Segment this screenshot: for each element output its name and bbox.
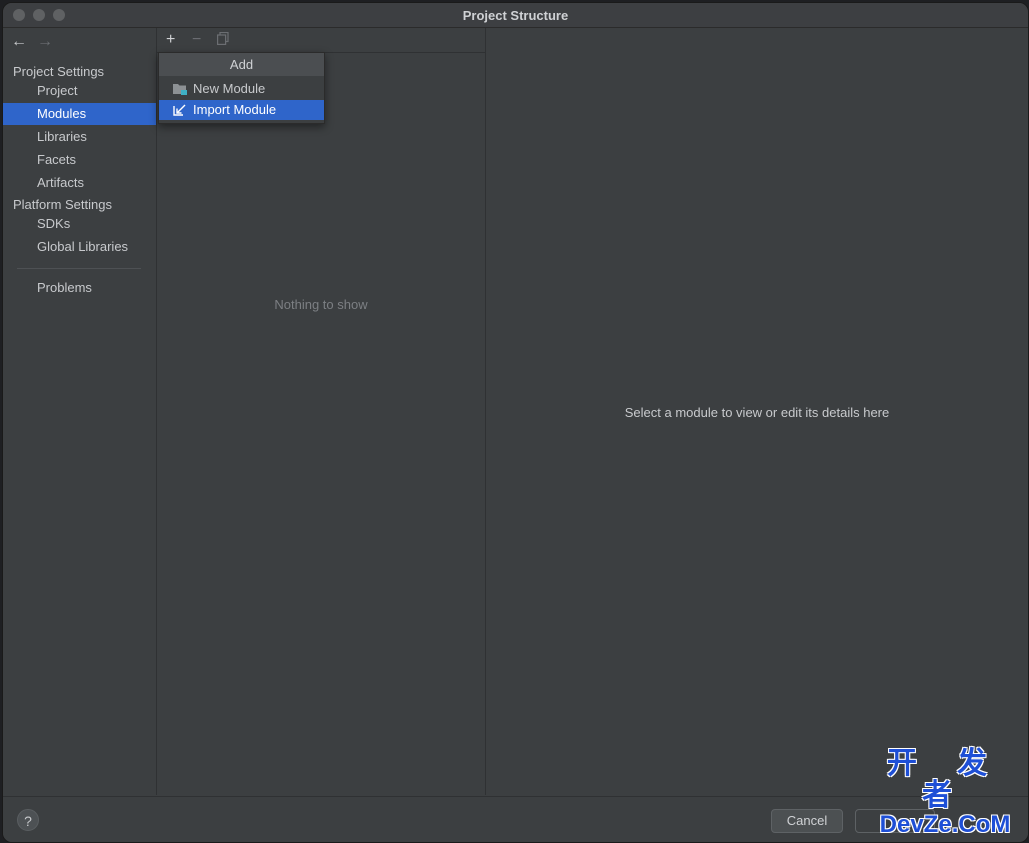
title-bar: Project Structure bbox=[3, 3, 1028, 28]
module-details-panel: Select a module to view or edit its deta… bbox=[486, 28, 1028, 795]
cancel-button[interactable]: Cancel bbox=[771, 809, 843, 833]
menu-item-import-module[interactable]: Import Module bbox=[159, 100, 324, 120]
import-arrow-icon bbox=[172, 103, 188, 117]
ok-button[interactable] bbox=[855, 809, 935, 833]
sidebar-item-libraries[interactable]: Libraries bbox=[3, 126, 156, 148]
details-placeholder: Select a module to view or edit its deta… bbox=[624, 405, 890, 420]
menu-item-label: New Module bbox=[193, 81, 266, 96]
menu-item-label: Import Module bbox=[193, 102, 277, 117]
menu-item-new-module[interactable]: New Module bbox=[159, 79, 324, 99]
empty-list-message: Nothing to show bbox=[274, 297, 368, 312]
sidebar-item-facets[interactable]: Facets bbox=[3, 149, 156, 171]
sidebar-item-modules[interactable]: Modules bbox=[3, 103, 156, 125]
forward-arrow-icon[interactable]: → bbox=[37, 34, 53, 50]
sidebar-item-global-libraries[interactable]: Global Libraries bbox=[3, 236, 156, 258]
popup-title: Add bbox=[159, 53, 324, 76]
help-button[interactable]: ? bbox=[17, 809, 39, 831]
sidebar-item-problems[interactable]: Problems bbox=[3, 277, 156, 299]
folder-module-icon bbox=[172, 82, 188, 96]
copy-icon[interactable] bbox=[217, 31, 229, 50]
window-title: Project Structure bbox=[462, 8, 569, 23]
sidebar-item-sdks[interactable]: SDKs bbox=[3, 213, 156, 235]
sidebar-item-artifacts[interactable]: Artifacts bbox=[3, 172, 156, 194]
plus-icon[interactable]: + bbox=[166, 31, 175, 49]
platform-settings-header: Platform Settings bbox=[13, 197, 112, 212]
sidebar-divider bbox=[17, 268, 141, 269]
add-popup-menu: Add New Module Import Module bbox=[158, 52, 325, 124]
project-structure-dialog: Project Structure ← → Project Settings P… bbox=[2, 2, 1029, 843]
minus-icon[interactable]: − bbox=[192, 31, 201, 49]
project-settings-header: Project Settings bbox=[13, 64, 105, 79]
modules-toolbar: + − bbox=[157, 28, 485, 53]
settings-sidebar: ← → Project Settings Project Modules Lib… bbox=[3, 28, 157, 795]
dialog-footer: ? Cancel bbox=[3, 796, 1028, 842]
sidebar-item-project[interactable]: Project bbox=[3, 80, 156, 102]
modules-list-panel: + − Nothing to show bbox=[157, 28, 486, 795]
back-arrow-icon[interactable]: ← bbox=[11, 34, 27, 50]
